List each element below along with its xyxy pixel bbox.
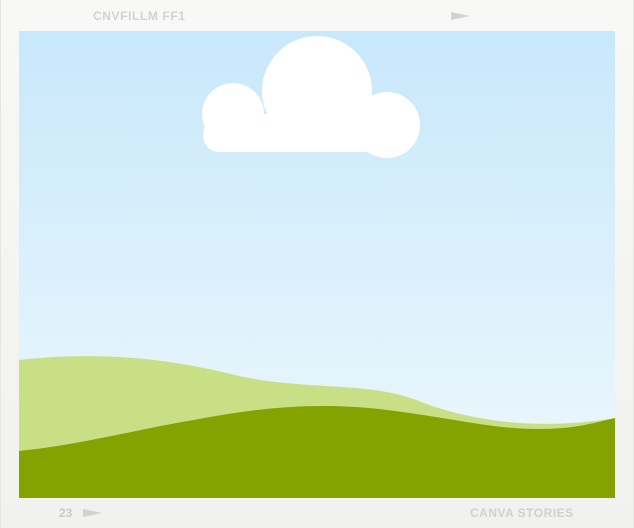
film-code-label: CNVFILLM FF1	[93, 9, 186, 23]
frame-number: 23	[59, 506, 73, 520]
landscape-svg	[19, 31, 615, 498]
play-arrow-icon	[83, 509, 102, 517]
canva-stories-label: CANVA STORIES	[470, 506, 574, 520]
film-frame: CNVFILLM FF1 23 CANVA STORIES	[0, 0, 634, 528]
play-arrow-icon	[451, 12, 470, 20]
landscape-image	[19, 31, 615, 498]
